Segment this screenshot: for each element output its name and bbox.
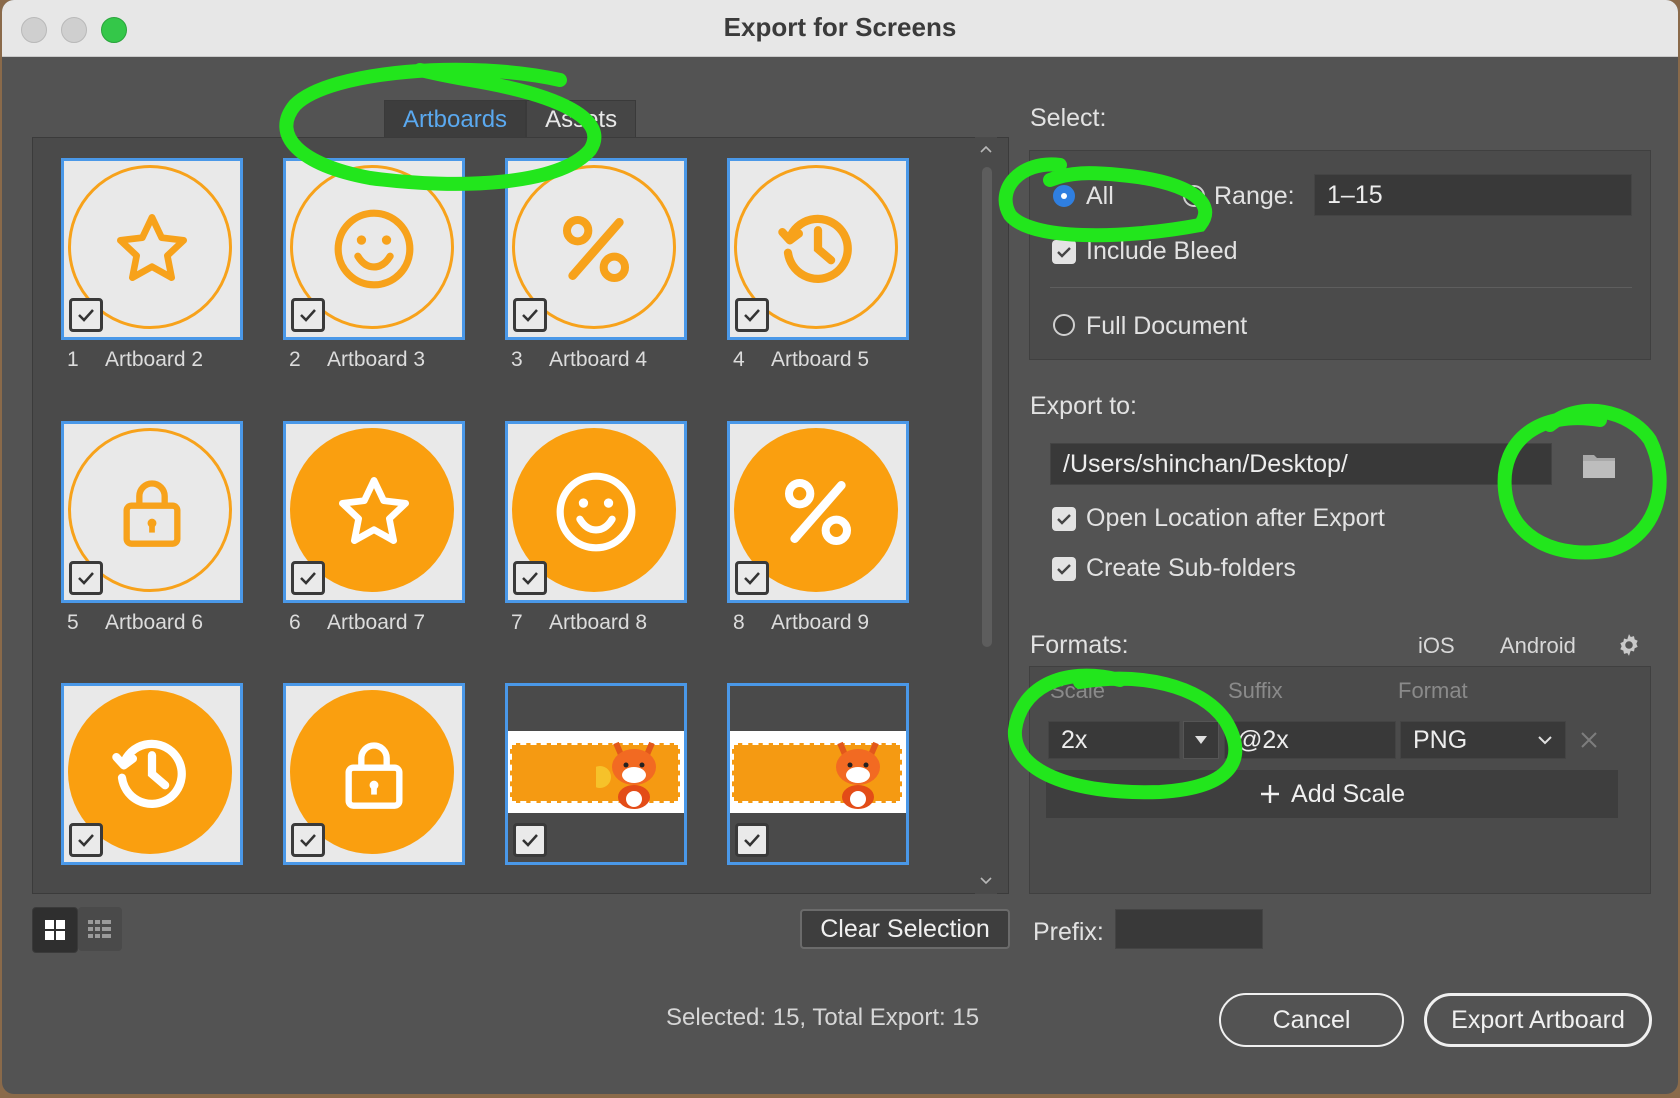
artboard-grid: 1 Artboard 2 2 Artboard 3 3 Artboard 4 4… — [32, 137, 1009, 894]
export-status: Selected: 15, Total Export: 15 — [666, 1004, 980, 1031]
folder-icon[interactable] — [1582, 451, 1616, 484]
select-divider — [1050, 287, 1632, 288]
artboard-checkbox[interactable] — [735, 561, 769, 595]
create-subfolders-checkbox[interactable] — [1052, 557, 1076, 581]
prefix-label: Prefix: — [1033, 918, 1104, 946]
range-label: Range: — [1214, 182, 1295, 210]
scrollbar-thumb[interactable] — [982, 167, 992, 647]
list-view-button[interactable] — [78, 907, 122, 951]
scroll-up-icon[interactable] — [979, 143, 993, 157]
scroll-down-icon[interactable] — [979, 873, 993, 887]
remove-scale-icon[interactable] — [1579, 730, 1599, 750]
artboard-thumbnail[interactable] — [727, 158, 909, 340]
artboard-checkbox[interactable] — [513, 823, 547, 857]
suffix-input[interactable]: @2x — [1224, 721, 1396, 759]
all-radio[interactable] — [1053, 185, 1075, 207]
open-location-label: Open Location after Export — [1086, 504, 1385, 532]
artboard-thumbnail[interactable] — [727, 421, 909, 603]
artboard-thumbnail[interactable] — [61, 683, 243, 865]
export-path-field[interactable]: /Users/shinchan/Desktop/ — [1050, 443, 1552, 485]
scale-dropdown-button[interactable] — [1183, 721, 1219, 759]
artboard-number: 5 — [67, 611, 79, 634]
artboard-name: Artboard 9 — [771, 611, 870, 634]
format-select-value: PNG — [1413, 725, 1468, 754]
title-bar: Export for Screens — [2, 0, 1678, 57]
chevron-down-icon — [1538, 736, 1552, 745]
artboard-checkbox[interactable] — [513, 561, 547, 595]
plus-icon — [1261, 785, 1280, 803]
add-scale-label: Add Scale — [1291, 779, 1405, 808]
artboard-checkbox[interactable] — [513, 298, 547, 332]
open-location-checkbox[interactable] — [1052, 507, 1076, 531]
format-select[interactable]: PNG — [1400, 721, 1566, 759]
range-radio[interactable] — [1183, 185, 1205, 207]
artboard-checkbox[interactable] — [291, 823, 325, 857]
full-document-radio[interactable] — [1053, 314, 1075, 336]
scale-column-header: Scale — [1050, 678, 1106, 703]
artboard-name: Artboard 3 — [327, 348, 426, 371]
format-column-header: Format — [1398, 678, 1468, 703]
window-title: Export for Screens — [723, 12, 957, 42]
cancel-button[interactable]: Cancel — [1219, 993, 1404, 1047]
artboard-name: Artboard 2 — [105, 348, 204, 371]
clear-selection-button[interactable]: Clear Selection — [800, 909, 1010, 949]
range-input[interactable]: 1–15 — [1314, 174, 1632, 216]
artboard-scrollbar[interactable] — [975, 137, 997, 894]
artboard-name: Artboard 5 — [771, 348, 870, 371]
artboard-thumbnail[interactable] — [283, 683, 465, 865]
artboard-number: 3 — [511, 348, 523, 371]
gear-icon[interactable] — [1616, 632, 1642, 663]
artboard-number: 8 — [733, 611, 745, 634]
artboard-checkbox[interactable] — [735, 823, 769, 857]
artboard-checkbox[interactable] — [69, 823, 103, 857]
select-heading: Select: — [1030, 104, 1107, 132]
artboard-thumbnail[interactable] — [61, 158, 243, 340]
tab-bar: Artboards Assets — [384, 100, 637, 139]
artboard-number: 7 — [511, 611, 523, 634]
tab-assets[interactable]: Assets — [526, 100, 637, 139]
artboard-checkbox[interactable] — [69, 561, 103, 595]
include-bleed-checkbox[interactable] — [1052, 240, 1076, 264]
android-preset-button[interactable]: Android — [1500, 633, 1576, 659]
fox-banner-image — [508, 731, 684, 813]
artboard-name: Artboard 4 — [549, 348, 648, 371]
artboard-thumbnail[interactable] — [727, 683, 909, 865]
artboard-thumbnail[interactable] — [505, 158, 687, 340]
ios-preset-button[interactable]: iOS — [1418, 633, 1455, 659]
artboard-checkbox[interactable] — [735, 298, 769, 332]
artboard-name: Artboard 8 — [549, 611, 648, 634]
export-to-heading: Export to: — [1030, 392, 1137, 420]
all-label: All — [1086, 182, 1114, 210]
fox-banner-image — [730, 731, 906, 813]
artboard-thumbnail[interactable] — [505, 683, 687, 865]
dropdown-arrow-icon — [1195, 736, 1207, 744]
prefix-input[interactable] — [1115, 909, 1263, 949]
full-document-label: Full Document — [1086, 312, 1248, 340]
artboard-number: 2 — [289, 348, 301, 371]
tab-artboards[interactable]: Artboards — [384, 100, 527, 139]
artboard-checkbox[interactable] — [69, 298, 103, 332]
create-subfolders-label: Create Sub-folders — [1086, 554, 1296, 582]
add-scale-button[interactable]: Add Scale — [1046, 770, 1618, 818]
artboard-name: Artboard 6 — [105, 611, 204, 634]
list-icon — [88, 920, 111, 938]
artboard-checkbox[interactable] — [291, 561, 325, 595]
artboard-thumbnail[interactable] — [283, 421, 465, 603]
artboard-number: 1 — [67, 348, 79, 371]
grid-view-button[interactable] — [32, 907, 78, 953]
grid-icon — [45, 920, 65, 940]
artboard-thumbnail[interactable] — [283, 158, 465, 340]
scale-input[interactable]: 2x — [1048, 721, 1180, 759]
include-bleed-label: Include Bleed — [1086, 237, 1238, 265]
artboard-thumbnail[interactable] — [61, 421, 243, 603]
artboard-name: Artboard 7 — [327, 611, 426, 634]
artboard-checkbox[interactable] — [291, 298, 325, 332]
artboard-number: 4 — [733, 348, 745, 371]
artboard-number: 6 — [289, 611, 301, 634]
suffix-column-header: Suffix — [1228, 678, 1283, 703]
export-artboard-button[interactable]: Export Artboard — [1424, 993, 1652, 1047]
formats-heading: Formats: — [1030, 631, 1129, 659]
artboard-thumbnail[interactable] — [505, 421, 687, 603]
